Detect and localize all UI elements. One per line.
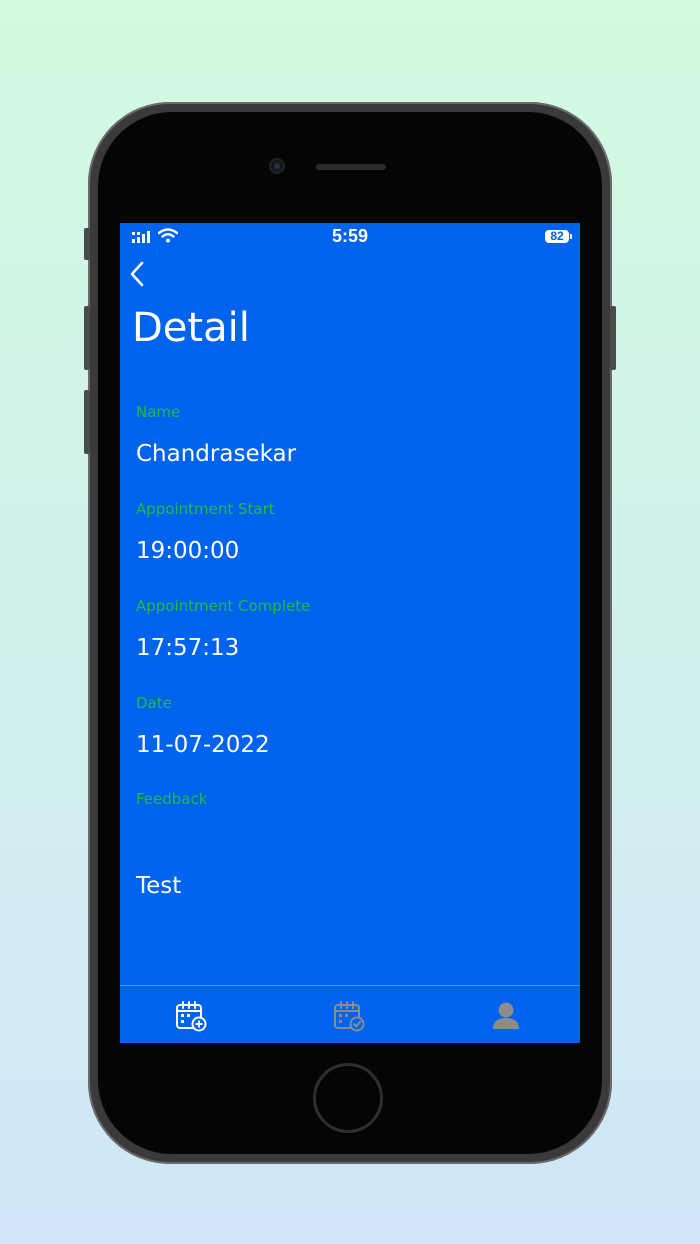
page-title: Detail: [132, 305, 250, 351]
name-value: Chandrasekar: [136, 441, 297, 467]
appointment-complete-value: 17:57:13: [136, 635, 240, 661]
earpiece-speaker: [316, 164, 386, 170]
feedback-value: Test: [136, 873, 182, 899]
home-button[interactable]: [313, 1063, 383, 1133]
tab-new-appointment[interactable]: [173, 998, 209, 1034]
battery-indicator: 82: [545, 230, 572, 243]
tab-bar: [120, 985, 580, 1043]
calendar-check-icon: [334, 1001, 365, 1032]
chevron-left-icon: [130, 261, 144, 287]
date-value: 11-07-2022: [136, 732, 270, 758]
tab-completed-appointments[interactable]: [331, 998, 367, 1034]
app-screen: 5:59 82 Detail Name Chandrasekar Appoint…: [120, 223, 580, 1043]
feedback-label: Feedback: [136, 790, 208, 808]
appointment-complete-label: Appointment Complete: [136, 597, 311, 615]
name-label: Name: [136, 403, 181, 421]
tab-profile[interactable]: [488, 998, 524, 1034]
power-button: [610, 306, 616, 370]
status-bar: 5:59 82: [120, 223, 580, 251]
front-camera: [269, 158, 285, 174]
calendar-add-icon: [176, 1001, 207, 1032]
back-button[interactable]: [122, 259, 152, 289]
volume-down-button: [84, 390, 90, 454]
date-label: Date: [136, 694, 172, 712]
mute-switch: [84, 228, 90, 260]
status-time: 5:59: [331, 226, 369, 246]
appointment-start-label: Appointment Start: [136, 500, 275, 518]
volume-up-button: [84, 306, 90, 370]
appointment-start-value: 19:00:00: [136, 538, 240, 564]
profile-icon: [493, 1002, 519, 1029]
